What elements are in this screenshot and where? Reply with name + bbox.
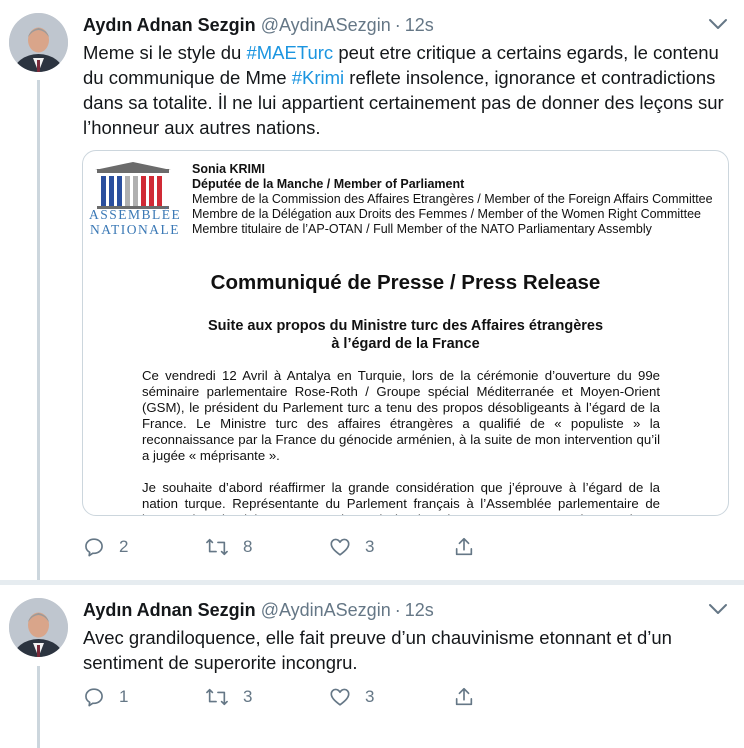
text-segment: Meme si le style du (83, 42, 247, 63)
author-name[interactable]: Aydın Adnan Sezgin (83, 15, 256, 35)
reply-button[interactable]: 2 (83, 536, 205, 558)
author-name[interactable]: Aydın Adnan Sezgin (83, 600, 256, 620)
hashtag-link[interactable]: #Krimi (292, 67, 344, 88)
like-button[interactable]: 3 (329, 686, 453, 708)
press-release-document: ASSEMBLÉE NATIONALE Sonia KRIMI Députée … (83, 151, 728, 515)
tweet-header: Aydın Adnan Sezgin @AydinASezgin · 12s (83, 598, 434, 622)
attached-image[interactable]: ASSEMBLÉE NATIONALE Sonia KRIMI Députée … (82, 150, 729, 516)
avatar[interactable] (9, 598, 68, 657)
text-segment: Avec grandiloquence, elle fait preuve d’… (83, 627, 672, 673)
mp-info: Sonia KRIMI Députée de la Manche / Membe… (192, 162, 713, 237)
share-button[interactable] (453, 536, 493, 558)
tweet-header: Aydın Adnan Sezgin @AydinASezgin · 12s (83, 13, 434, 37)
mp-role: Députée de la Manche / Member of Parliam… (192, 177, 465, 191)
hashtag-link[interactable]: #MAETurc (246, 42, 333, 63)
tweet-actions: 1 3 3 (83, 686, 493, 708)
chevron-down-icon[interactable] (708, 602, 728, 616)
reply-icon (85, 688, 103, 707)
reply-icon (85, 538, 103, 557)
like-button[interactable]: 3 (329, 536, 453, 558)
mp-name: Sonia KRIMI (192, 162, 265, 176)
tweet[interactable]: Aydın Adnan Sezgin @AydinASezgin · 12s Mem… (0, 0, 744, 578)
retweet-icon (206, 538, 228, 556)
tweet-text: Meme si le style du #MAETurc peut etre c… (83, 40, 728, 140)
avatar[interactable] (9, 13, 68, 72)
retweet-button[interactable]: 3 (205, 686, 329, 708)
separator-dot: · (394, 15, 401, 35)
retweet-icon (206, 688, 228, 706)
chevron-down-icon[interactable] (708, 17, 728, 31)
separator-dot: · (394, 600, 401, 620)
share-icon (455, 687, 473, 706)
paragraph: Ce vendredi 12 Avril à Antalya en Turqui… (142, 368, 660, 463)
retweet-count: 3 (243, 687, 253, 706)
mp-committee: Membre titulaire de l’AP-OTAN / Full Mem… (192, 222, 652, 236)
author-handle[interactable]: @AydinASezgin (261, 600, 391, 620)
mp-committee: Membre de la Commission des Affaires Etr… (192, 192, 713, 206)
mp-committee: Membre de la Délégation aux Droits des F… (192, 207, 701, 221)
paragraph: Je souhaite d’abord réaffirmer la grande… (142, 480, 660, 515)
heart-icon (330, 538, 350, 556)
press-release-title: Communiqué de Presse / Press Release (210, 271, 601, 294)
like-count: 3 (365, 537, 375, 556)
share-button[interactable] (453, 686, 493, 708)
press-release-body: Ce vendredi 12 Avril à Antalya en Turqui… (142, 368, 660, 515)
heart-icon (330, 688, 350, 706)
timestamp[interactable]: 12s (405, 600, 434, 620)
retweet-count: 8 (243, 537, 253, 556)
logo-text: ASSEMBLÉE NATIONALE (89, 207, 182, 237)
reply-count: 1 (119, 687, 129, 706)
author-handle[interactable]: @AydinASezgin (261, 15, 391, 35)
tweet-actions: 2 8 3 (83, 536, 493, 558)
tweet[interactable]: Aydın Adnan Sezgin @AydinASezgin · 12s Ave… (0, 585, 744, 748)
timestamp[interactable]: 12s (405, 15, 434, 35)
press-release-subtitle: Suite aux propos du Ministre turc des Af… (207, 318, 604, 352)
reply-button[interactable]: 1 (83, 686, 205, 708)
reply-count: 2 (119, 537, 129, 556)
tweet-text: Avec grandiloquence, elle fait preuve d’… (83, 625, 728, 675)
retweet-button[interactable]: 8 (205, 536, 329, 558)
share-icon (455, 537, 473, 556)
like-count: 3 (365, 687, 375, 706)
